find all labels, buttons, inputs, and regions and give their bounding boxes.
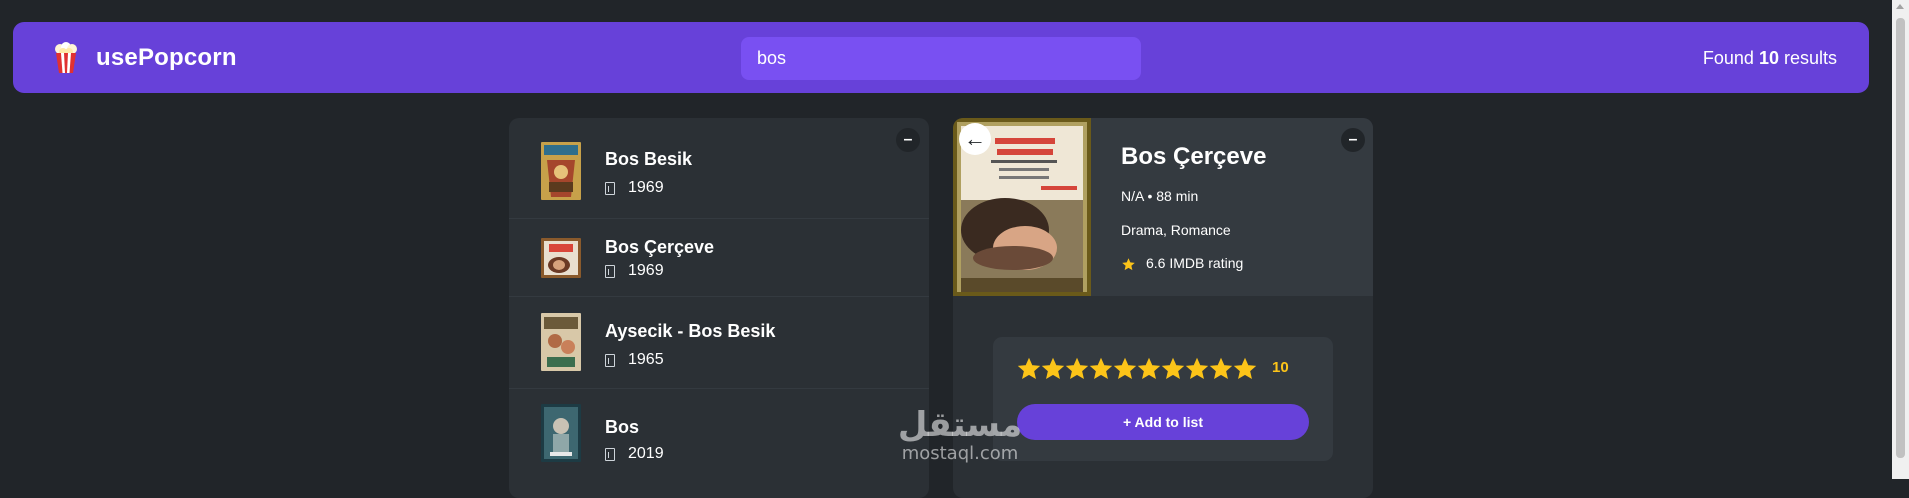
results-suffix: results	[1778, 48, 1837, 68]
movie-title: Bos	[605, 417, 640, 437]
movie-poster	[541, 404, 581, 462]
imdb-rating-text: 6.6 IMDB rating	[1146, 255, 1244, 271]
movie-poster	[541, 313, 581, 371]
movie-poster	[541, 238, 581, 278]
popcorn-icon	[55, 42, 77, 73]
scroll-up-icon[interactable]	[1896, 4, 1904, 9]
brand-name: usePopcorn	[96, 44, 237, 71]
star-icon[interactable]	[1017, 357, 1041, 381]
collapse-details-button[interactable]: –	[1341, 128, 1365, 152]
star-icon[interactable]	[1113, 357, 1137, 381]
movie-year-value: 1969	[628, 262, 664, 279]
watermark-latin: mostaql.com	[901, 443, 1019, 464]
results-count: Found 10 results	[1703, 48, 1837, 69]
calendar-icon	[605, 181, 615, 195]
movie-list-box: – Bos Besik 1969 Bos Çerçeve 1969 Ayseci…	[509, 118, 929, 498]
movie-genre: Drama, Romance	[1121, 222, 1231, 238]
details-header: ← Bos Çerçeve N/A • 88 min Drama, Romanc…	[953, 118, 1373, 296]
star-icon	[1122, 258, 1135, 270]
movie-year: 1969	[605, 179, 664, 197]
watermark-arabic: مستقل	[897, 405, 1023, 445]
rating-panel: 10 + Add to list	[993, 337, 1333, 461]
logo: usePopcorn	[53, 42, 237, 74]
add-to-list-button[interactable]: + Add to list	[1017, 404, 1309, 440]
star-icon[interactable]	[1065, 357, 1089, 381]
star-icon[interactable]	[1137, 357, 1161, 381]
movie-poster	[541, 142, 581, 200]
star-icon[interactable]	[1209, 357, 1233, 381]
movie-year: 1965	[605, 351, 664, 369]
star-rating[interactable]	[1017, 357, 1257, 381]
list-item[interactable]: Bos Besik 1969	[509, 118, 929, 219]
results-number: 10	[1758, 48, 1779, 68]
list-item[interactable]: Bos 2019	[509, 388, 929, 498]
imdb-rating: 6.6 IMDB rating	[1121, 255, 1243, 272]
star-icon[interactable]	[1185, 357, 1209, 381]
movie-year-value: 1969	[628, 179, 664, 196]
calendar-icon	[605, 353, 615, 367]
watermark: مستقل mostaql.com	[880, 406, 1040, 464]
list-item[interactable]: Aysecik - Bos Besik 1965	[509, 296, 929, 389]
search-input[interactable]	[741, 37, 1141, 80]
movie-meta: N/A • 88 min	[1121, 188, 1199, 204]
star-icon[interactable]	[1089, 357, 1113, 381]
back-button[interactable]: ←	[959, 123, 991, 155]
calendar-icon	[605, 264, 615, 278]
star-icon[interactable]	[1161, 357, 1185, 381]
movie-title: Aysecik - Bos Besik	[605, 321, 776, 341]
star-icon[interactable]	[1233, 357, 1257, 381]
page-scrollbar[interactable]	[1892, 0, 1909, 479]
list-item[interactable]: Bos Çerçeve 1969	[509, 218, 929, 297]
navbar: usePopcorn Found 10 results	[13, 22, 1869, 93]
movie-title: Bos Çerçeve	[1121, 143, 1267, 170]
movie-year-value: 2019	[628, 445, 664, 462]
movie-year: 1969	[605, 262, 664, 280]
results-prefix: Found	[1702, 48, 1759, 68]
scrollbar-thumb[interactable]	[1896, 18, 1905, 458]
movie-year: 2019	[605, 445, 664, 463]
calendar-icon	[605, 447, 615, 461]
star-icon[interactable]	[1041, 357, 1065, 381]
user-rating-value: 10	[1272, 359, 1289, 376]
movie-year-value: 1965	[628, 351, 664, 368]
movie-title: Bos Besik	[605, 149, 693, 169]
movie-title: Bos Çerçeve	[605, 237, 715, 257]
